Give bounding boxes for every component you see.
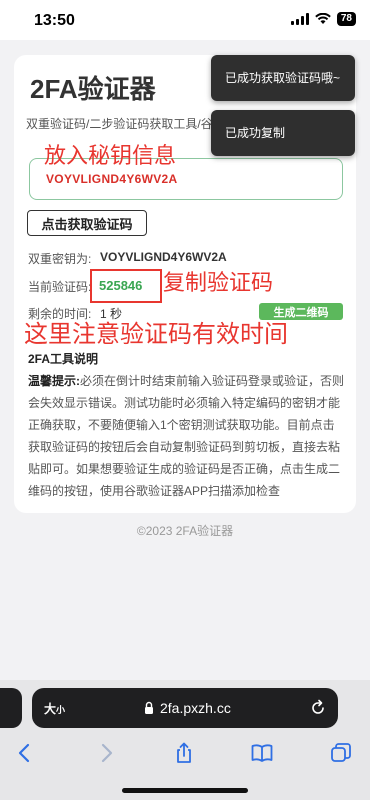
notes-body: 必须在倒计时结束前输入验证码登录或验证，否则会失效显示错误。测试功能时必须输入特… <box>28 374 345 498</box>
secret-value: VOYVLIGND4Y6WV2A <box>100 250 227 264</box>
bookmarks-icon[interactable] <box>251 742 273 764</box>
wifi-icon <box>315 13 331 24</box>
share-icon[interactable] <box>173 742 195 764</box>
signal-icon <box>290 13 309 25</box>
secret-input-value: VOYVLIGND4Y6WV2A <box>46 172 178 186</box>
status-bar: 13:50 78 <box>0 0 370 40</box>
annotation-secret: 放入秘钥信息 <box>44 143 177 168</box>
previous-tab[interactable] <box>0 688 22 728</box>
url-text: 2fa.pxzh.cc <box>160 700 231 716</box>
browser-toolbar: 大小 2fa.pxzh.cc <box>0 680 370 800</box>
forward-icon[interactable] <box>95 742 117 764</box>
notes-text: 温馨提示:必须在倒计时结束前输入验证码登录或验证，否则会失效显示错误。测试功能时… <box>28 370 344 502</box>
code-label: 当前验证码: <box>28 280 92 294</box>
secret-label: 双重密钥为: <box>28 252 92 266</box>
battery-icon: 78 <box>336 12 356 26</box>
tabs-icon[interactable] <box>330 742 352 764</box>
page-title: 2FA验证器 <box>30 74 156 104</box>
toast-code-fetched: 已成功获取验证码哦~ <box>211 55 355 101</box>
text-size-label: 大 <box>44 702 57 716</box>
notes-title: 2FA工具说明 <box>28 352 99 366</box>
text-size-button[interactable]: 大小 <box>44 700 65 717</box>
code-highlight-box <box>90 269 162 303</box>
lock-icon <box>145 701 153 714</box>
footer: ©2023 2FA验证器 <box>136 524 234 538</box>
status-time: 13:50 <box>34 12 75 29</box>
notes-lead: 温馨提示: <box>28 374 80 388</box>
get-code-button[interactable]: 点击获取验证码 <box>27 210 147 236</box>
annotation-validity: 这里注意验证码有效时间 <box>24 321 288 348</box>
status-icons: 78 <box>290 12 356 26</box>
back-icon[interactable] <box>14 742 36 764</box>
toast-copied: 已成功复制 <box>211 110 355 156</box>
home-indicator <box>122 788 248 793</box>
reload-icon[interactable] <box>308 698 328 718</box>
text-size-small-label: 小 <box>56 705 66 715</box>
address-bar[interactable]: 大小 2fa.pxzh.cc <box>32 688 338 728</box>
annotation-copy: 复制验证码 <box>163 270 274 295</box>
